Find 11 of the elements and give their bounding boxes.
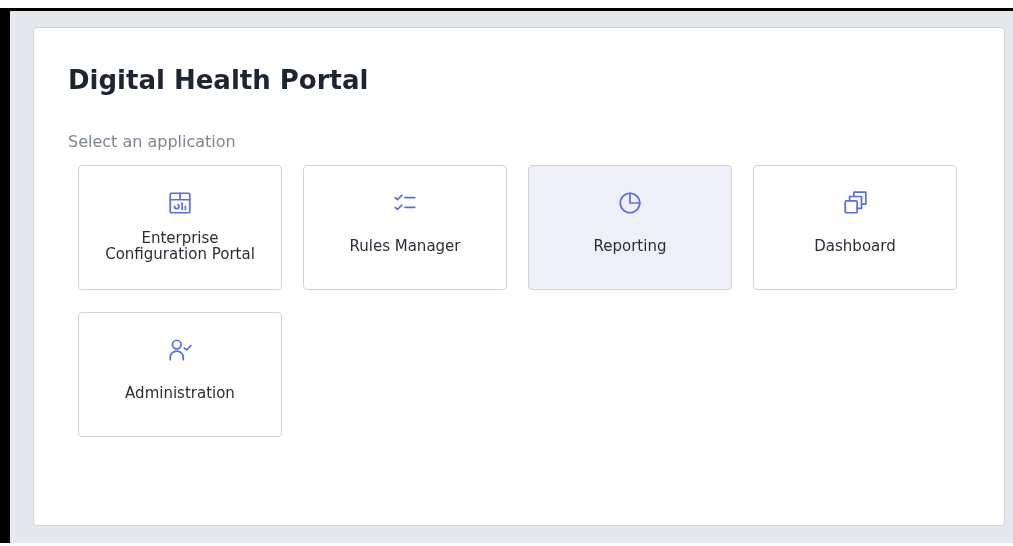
page-title: Digital Health Portal (68, 64, 370, 96)
stacked-squares-icon (842, 190, 868, 216)
calendar-chart-icon (167, 190, 193, 216)
application-tile[interactable]: Administration (78, 312, 282, 437)
pie-chart-icon (617, 190, 643, 216)
application-tile[interactable]: Dashboard (753, 165, 957, 290)
section-label: Select an application (68, 132, 237, 151)
user-check-icon (167, 337, 193, 363)
application-tile[interactable]: Rules Manager (303, 165, 507, 290)
application-tile[interactable]: Reporting (528, 165, 732, 290)
application-tile[interactable]: Enterprise Configuration Portal (78, 165, 282, 290)
